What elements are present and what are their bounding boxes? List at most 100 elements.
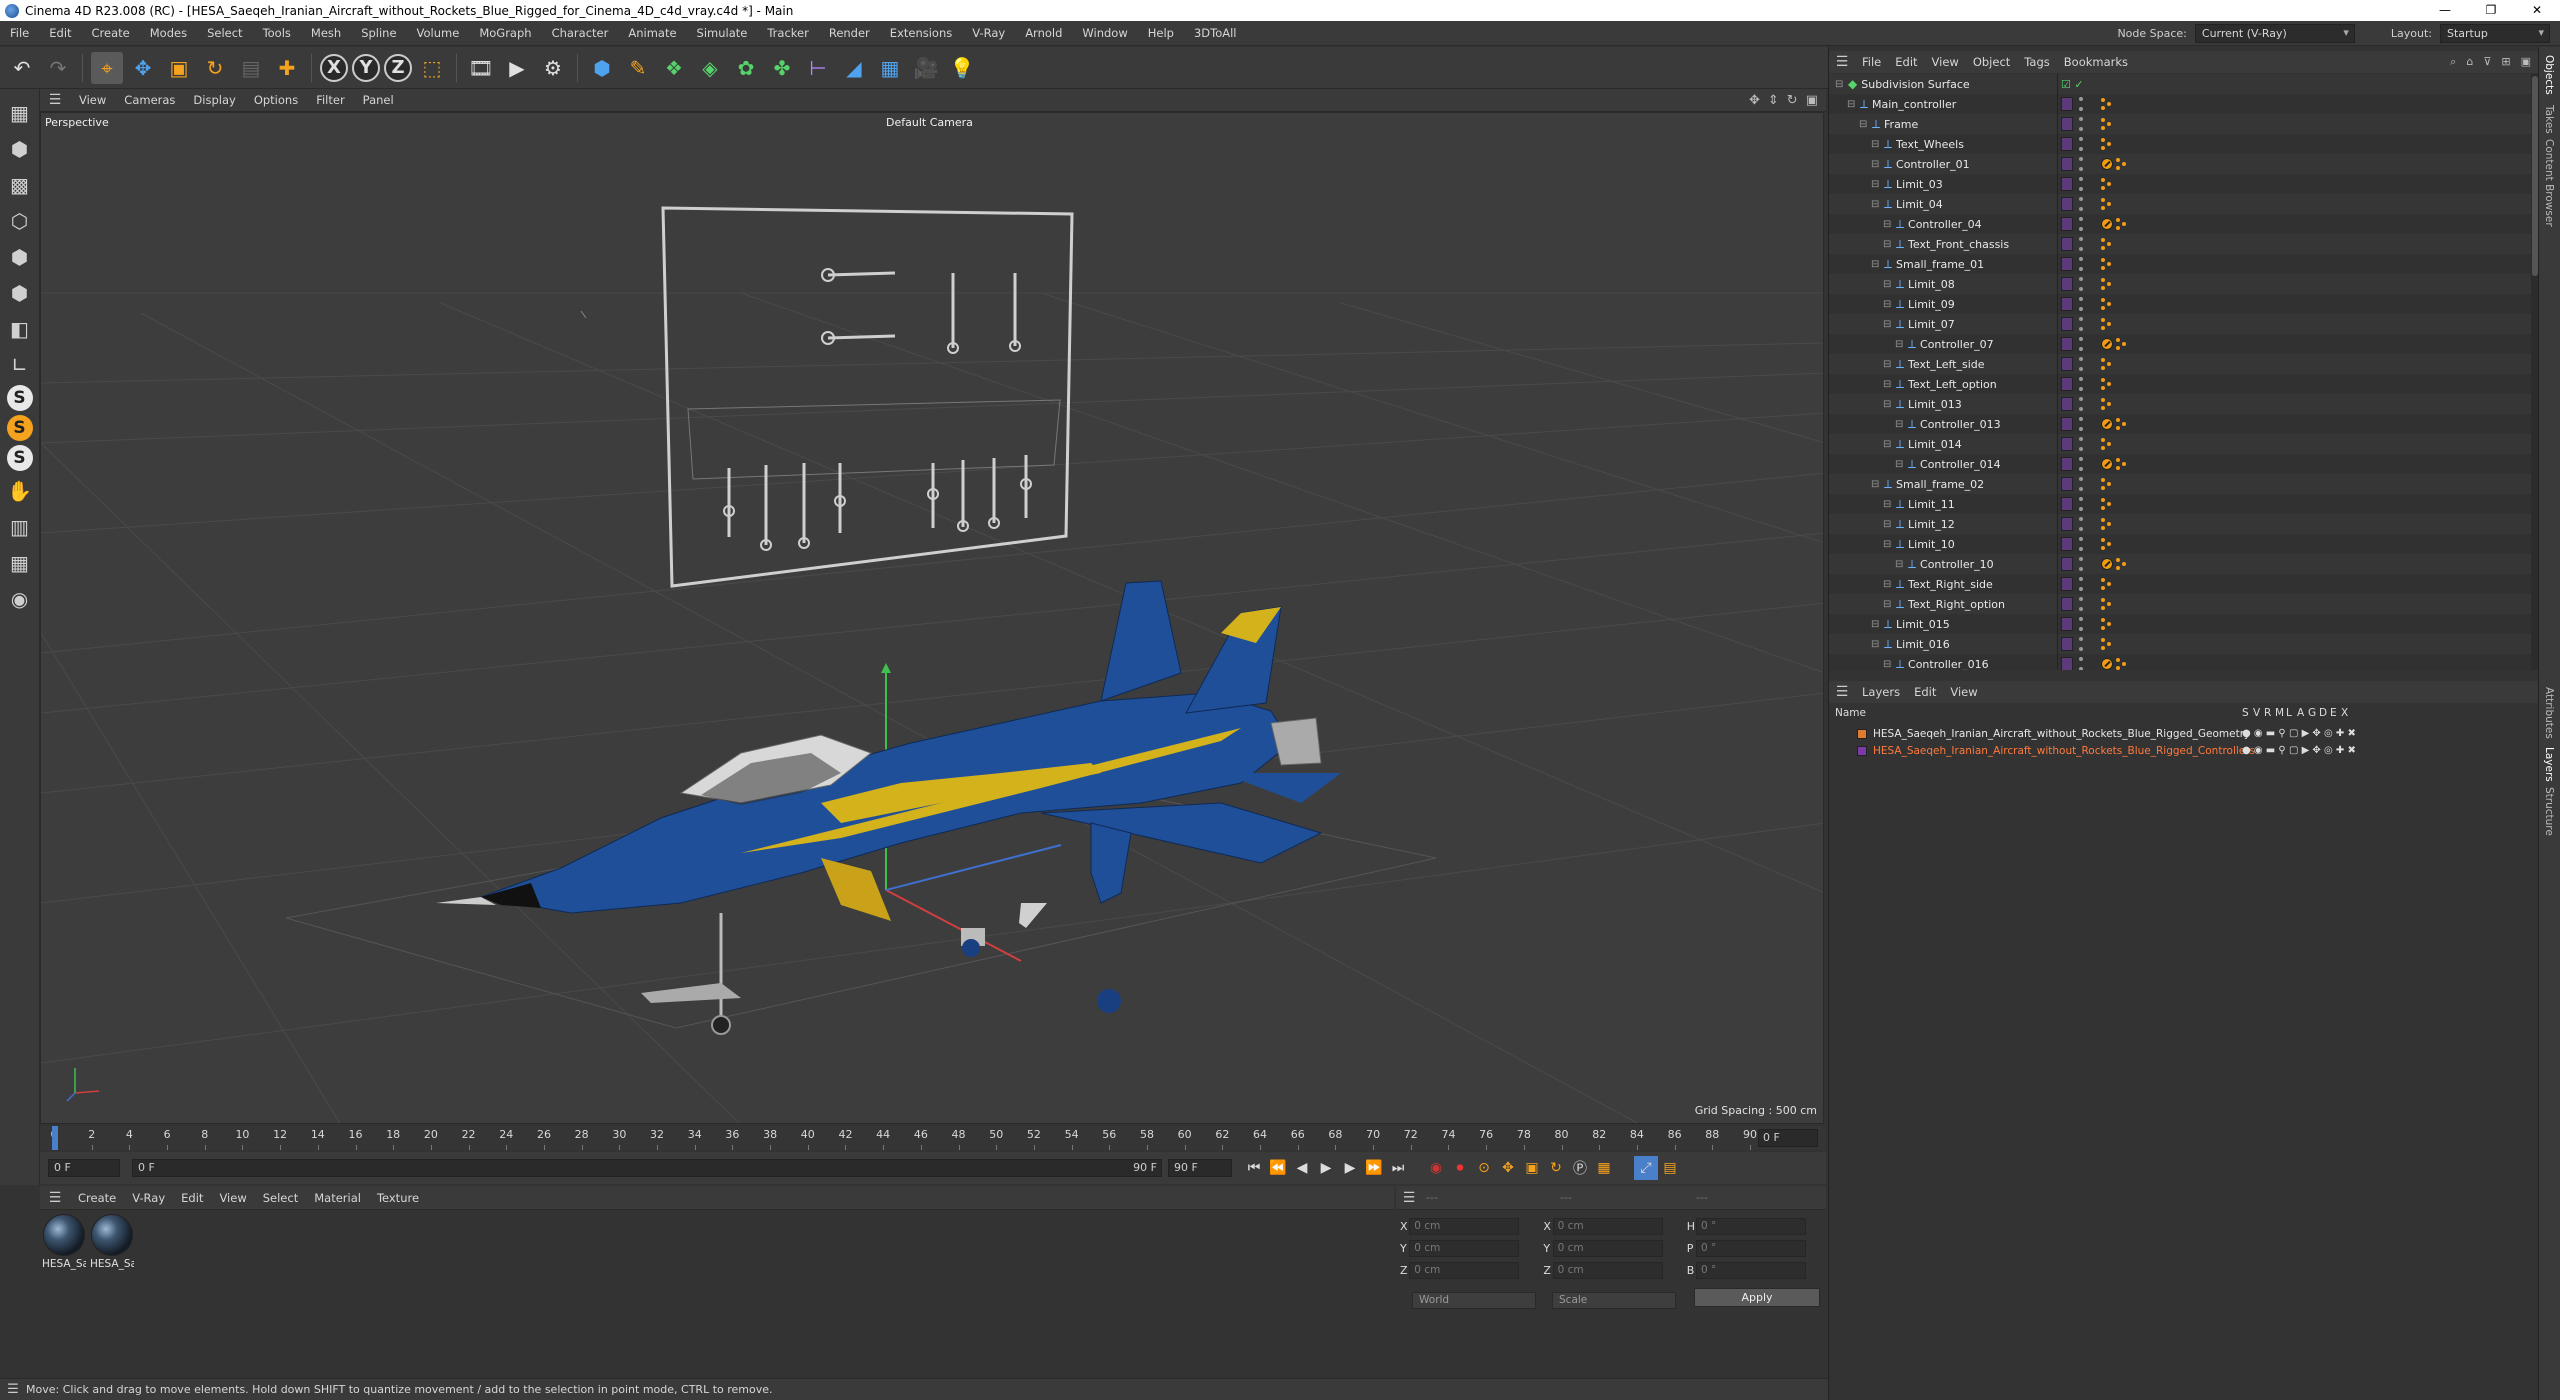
maximize-view-icon[interactable]: ▣: [1806, 93, 1818, 108]
expand-toggle-icon[interactable]: ⊟: [1835, 79, 1845, 90]
minimize-button[interactable]: —: [2422, 0, 2468, 21]
key-pla-icon[interactable]: ▦: [1592, 1156, 1616, 1180]
end-frame-field[interactable]: 90 F: [1168, 1159, 1232, 1177]
select-arrow-icon[interactable]: ⌖: [91, 51, 123, 84]
constraint-tag-icon[interactable]: [2101, 138, 2111, 150]
viewport-menu-panel[interactable]: Panel: [354, 93, 403, 107]
close-button[interactable]: ✕: [2514, 0, 2560, 21]
coordinate-value-field[interactable]: 0 cm: [1552, 1239, 1663, 1257]
menu-help[interactable]: Help: [1138, 26, 1184, 40]
object-row[interactable]: ⊟ ⟂ Text_Left_option: [1829, 374, 2531, 394]
object-row[interactable]: ⊟ ⟂ Limit_08: [1829, 274, 2531, 294]
visibility-dots-icon[interactable]: [2079, 417, 2083, 431]
constraint-tag-icon[interactable]: [2101, 198, 2111, 210]
object-row[interactable]: ⊟ ⟂ Controller_01: [1829, 154, 2531, 174]
constraint-tag-icon[interactable]: [2101, 178, 2111, 190]
layer-color-swatch[interactable]: [2061, 497, 2073, 511]
move-tool-icon[interactable]: ✥: [127, 52, 159, 84]
constraint-tag-icon[interactable]: [2116, 158, 2126, 170]
layer-menu-view[interactable]: View: [1943, 685, 1984, 699]
visibility-dots-icon[interactable]: [2079, 217, 2083, 231]
menu-create[interactable]: Create: [82, 26, 140, 40]
snap-icon[interactable]: S: [6, 385, 33, 411]
layer-color-swatch[interactable]: [2061, 437, 2073, 451]
constraint-tag-icon[interactable]: [2101, 638, 2111, 650]
visibility-dots-icon[interactable]: [2079, 117, 2083, 131]
aircraft-model[interactable]: [436, 580, 1341, 1035]
layer-color-swatch[interactable]: [2061, 237, 2073, 251]
object-row[interactable]: ⊟ ⟂ Limit_12: [1829, 514, 2531, 534]
apply-button[interactable]: Apply: [1694, 1288, 1820, 1307]
expand-toggle-icon[interactable]: ⊟: [1883, 379, 1893, 390]
layer-flag-column[interactable]: S: [2242, 707, 2249, 719]
expand-toggle-icon[interactable]: ⊟: [1871, 159, 1881, 170]
move-view-icon[interactable]: ⇕: [1768, 93, 1779, 108]
polygon-mode-icon[interactable]: ⬢: [4, 277, 36, 309]
viewport-menu-display[interactable]: Display: [184, 93, 244, 107]
material-menu-edit[interactable]: Edit: [173, 1191, 211, 1205]
expand-toggle-icon[interactable]: ⊟: [1883, 579, 1893, 590]
start-frame-field[interactable]: 0 F: [48, 1159, 120, 1177]
layer-flag-column[interactable]: G: [2308, 707, 2316, 719]
constraint-tag-icon[interactable]: [2101, 438, 2111, 450]
visibility-dots-icon[interactable]: [2079, 497, 2083, 511]
layer-browse-icon[interactable]: ⊞: [2501, 55, 2510, 69]
material-thumbnail[interactable]: HESA_Sa: [42, 1214, 86, 1270]
layout-dropdown[interactable]: Startup: [2440, 23, 2550, 43]
coordinate-value-field[interactable]: 0 °: [1695, 1217, 1807, 1235]
menu-extensions[interactable]: Extensions: [880, 26, 962, 40]
filter-icon[interactable]: ⊽: [2483, 55, 2491, 69]
menu-arnold[interactable]: Arnold: [1015, 26, 1072, 40]
object-row[interactable]: ⊟ ⟂ Limit_07: [1829, 314, 2531, 334]
layer-color-swatch[interactable]: [2061, 517, 2073, 531]
expand-toggle-icon[interactable]: ⊟: [1883, 499, 1893, 510]
object-menu-bookmarks[interactable]: Bookmarks: [2057, 55, 2135, 69]
expand-toggle-icon[interactable]: ⊟: [1883, 219, 1893, 230]
menu-render[interactable]: Render: [819, 26, 880, 40]
goto-end-icon[interactable]: ⏭: [1386, 1156, 1410, 1180]
motion-mode-icon[interactable]: ⤢: [1634, 1156, 1658, 1180]
key-rotation-icon[interactable]: ↻: [1544, 1156, 1568, 1180]
key-position-icon[interactable]: ✥: [1496, 1156, 1520, 1180]
expand-toggle-icon[interactable]: ⊟: [1895, 459, 1905, 470]
layer-flag-toggles[interactable]: ● ◉ ▬ ⚲ ▢ ▶ ✥ ◎ ✚ ✖: [2242, 728, 2356, 739]
x-axis-handle[interactable]: [885, 889, 1022, 962]
constraint-tag-icon[interactable]: [2116, 418, 2126, 430]
material-menu-texture[interactable]: Texture: [369, 1191, 427, 1205]
visibility-dots-icon[interactable]: [2079, 137, 2083, 151]
layer-color-swatch[interactable]: [2061, 297, 2073, 311]
expand-toggle-icon[interactable]: ⊟: [1883, 359, 1893, 370]
visibility-dots-icon[interactable]: [2079, 197, 2083, 211]
object-row[interactable]: ⊟ ⟂ Limit_015: [1829, 614, 2531, 634]
checkerboard-icon[interactable]: ▦: [4, 547, 36, 579]
object-row[interactable]: ⊟ ⟂ Limit_10: [1829, 534, 2531, 554]
constraint-tag-icon[interactable]: [2101, 118, 2111, 130]
field-icon[interactable]: ⊢: [802, 52, 834, 84]
coordinates-hamburger-icon[interactable]: ☰: [1396, 1190, 1422, 1206]
object-row[interactable]: ⊟ ⟂ Controller_10: [1829, 554, 2531, 574]
coordinate-value-field[interactable]: 0 °: [1695, 1239, 1807, 1257]
object-row[interactable]: ⊟ ⟂ Main_controller: [1829, 94, 2531, 114]
visibility-dots-icon[interactable]: [2079, 597, 2083, 611]
expand-toggle-icon[interactable]: ⊟: [1871, 479, 1881, 490]
protection-tag-icon[interactable]: [2101, 418, 2113, 430]
menu-tracker[interactable]: Tracker: [757, 26, 819, 40]
constraint-tag-icon[interactable]: [2101, 398, 2111, 410]
maximize-button[interactable]: ❐: [2468, 0, 2514, 21]
constraint-tag-icon[interactable]: [2101, 318, 2111, 330]
constraint-tag-icon[interactable]: [2101, 538, 2111, 550]
object-row[interactable]: ⊟ ◆ Subdivision Surface ☑ ✓: [1829, 74, 2531, 94]
menu-spline[interactable]: Spline: [351, 26, 406, 40]
coordinate-mode-dropdown[interactable]: World: [1412, 1292, 1536, 1309]
menu-volume[interactable]: Volume: [407, 26, 470, 40]
home-icon[interactable]: ⌂: [2466, 55, 2473, 69]
enabled-check-icon[interactable]: ☑ ✓: [2061, 78, 2084, 91]
uv-mode-icon[interactable]: ◧: [4, 313, 36, 345]
goto-start-icon[interactable]: ⏮: [1242, 1156, 1266, 1180]
constraint-tag-icon[interactable]: [2101, 378, 2111, 390]
3d-viewport[interactable]: Perspective Default Camera Grid Spacing …: [40, 112, 1824, 1124]
object-menu-edit[interactable]: Edit: [1888, 55, 1924, 69]
layer-color-swatch[interactable]: [2061, 197, 2073, 211]
object-row[interactable]: ⊟ ⟂ Text_Right_side: [1829, 574, 2531, 594]
layer-color-swatch[interactable]: [2061, 177, 2073, 191]
